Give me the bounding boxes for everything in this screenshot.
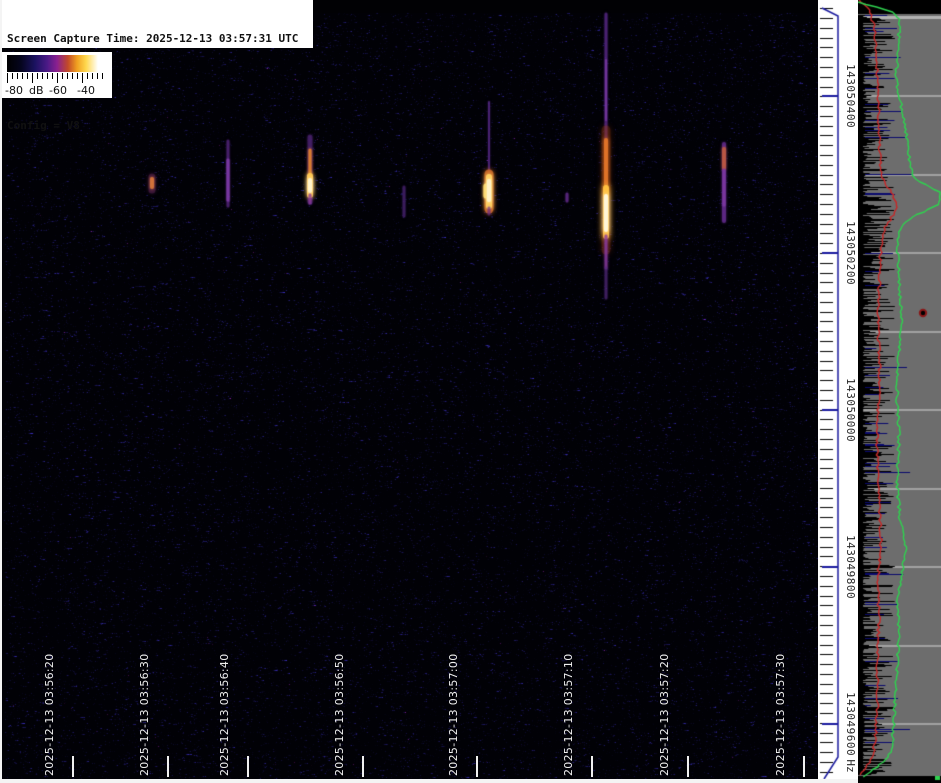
frequency-axis-label: 143049600 [843,692,857,756]
db-unit-label: dB [29,84,44,97]
time-axis-label: 2025-12-13 03:57:00 [447,653,461,776]
time-axis-label: 2025-12-13 03:57:30 [774,653,788,776]
time-axis-label: 2025-12-13 03:57:20 [658,653,672,776]
time-axis-label: 2025-12-13 03:57:10 [562,653,576,776]
frequency-axis-label: 143050200 [843,221,857,285]
time-tick-mark [803,756,805,777]
frame-border-bottom [0,779,858,783]
frequency-axis-label: 143050000 [843,378,857,442]
capture-time-text: Screen Capture Time: 2025-12-13 03:57:31… [7,32,309,47]
db-label-60: -60 [49,84,67,97]
color-gradient-bar [7,55,107,72]
color-scale-major-ticks [7,73,107,83]
time-axis-label: 2025-12-13 03:56:20 [43,653,57,776]
time-tick-mark [247,756,249,777]
time-tick-mark [687,756,689,777]
time-axis-label: 2025-12-13 03:56:40 [218,653,232,776]
time-tick-mark [591,756,593,777]
time-tick-mark [362,756,364,777]
capture-info-box: Screen Capture Time: 2025-12-13 03:57:31… [2,0,313,48]
time-tick-mark [476,756,478,777]
db-label-40: -40 [77,84,95,97]
config-text: Config = V8 [7,119,309,134]
spectrum-lab-screen: Screen Capture Time: 2025-12-13 03:57:31… [0,0,941,783]
db-color-scale: -80 dB -60 -40 [2,52,112,98]
db-label-80: -80 [5,84,23,97]
time-tick-mark [167,756,169,777]
frequency-axis-label: 143050400 [843,64,857,128]
frequency-axis-label: 143049800 [843,535,857,599]
time-tick-mark [72,756,74,777]
spectrum-plot-canvas [858,0,941,783]
frame-border-left [0,0,2,783]
time-axis-label: 2025-12-13 03:56:50 [333,653,347,776]
time-axis-label: 2025-12-13 03:56:30 [138,653,152,776]
frequency-unit-label: Hz [843,757,857,775]
